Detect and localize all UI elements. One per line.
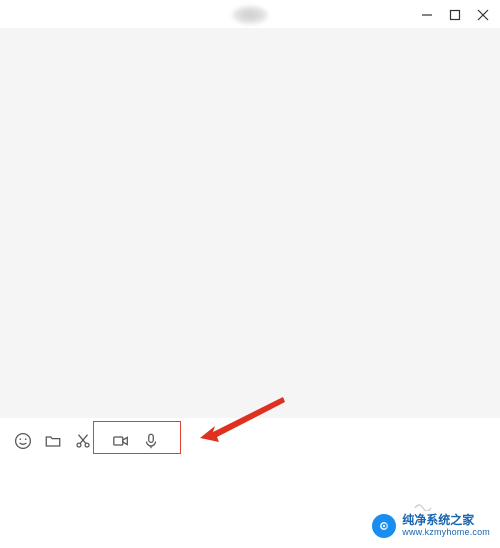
watermark: 纯净系统之家 www.kzmyhome.com: [372, 514, 490, 538]
microphone-icon[interactable]: [142, 432, 160, 450]
emoji-icon[interactable]: [14, 432, 32, 450]
video-call-icon[interactable]: [112, 432, 130, 450]
watermark-title: 纯净系统之家: [402, 514, 490, 527]
watermark-logo-icon: [372, 514, 396, 538]
window-controls: [420, 8, 490, 22]
chat-title-blurred: [232, 6, 268, 24]
decorative-icon: [414, 498, 432, 508]
watermark-url: www.kzmyhome.com: [402, 528, 490, 538]
folder-icon[interactable]: [44, 432, 62, 450]
minimize-button[interactable]: [420, 8, 434, 22]
maximize-button[interactable]: [448, 8, 462, 22]
close-button[interactable]: [476, 8, 490, 22]
chat-messages-area: [0, 28, 500, 418]
chat-input-toolbar: [0, 426, 500, 456]
scissors-icon[interactable]: [74, 432, 92, 450]
watermark-text: 纯净系统之家 www.kzmyhome.com: [402, 514, 490, 537]
